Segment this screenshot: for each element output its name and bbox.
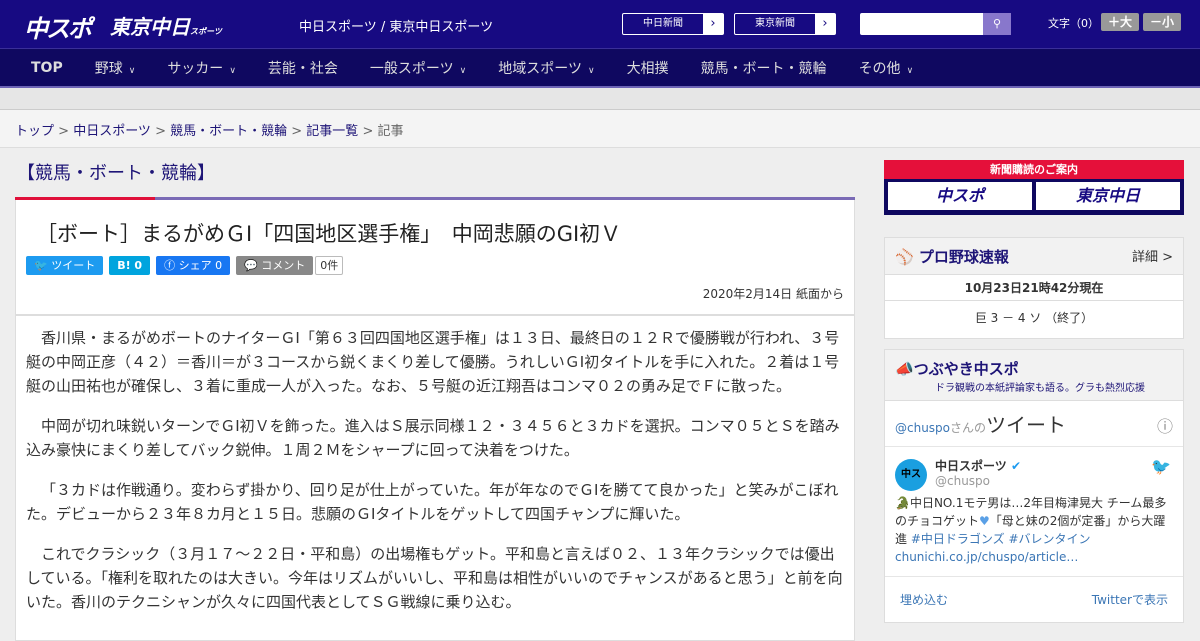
article-header: ［ボート］まるがめＧⅠ「四国地区選手権」 中岡悲願のGI初Ｖ 🐦 ツイート B!… [15,200,855,315]
chevron-down-icon: ∨ [459,65,467,76]
article-date: 2020年2月14日 紙面から [702,287,844,301]
account-handle[interactable]: @chuspo [935,474,1173,488]
article-body: 香川県・まるがめボートのナイターＧⅠ「第６３回四国地区選手権」は１３日、最終日の… [15,315,855,641]
detail-link[interactable]: 詳細 > [1132,246,1173,266]
megaphone-icon: 📣 [895,360,914,378]
paragraph: 香川県・まるがめボートのナイターＧⅠ「第６３回四国地区選手権」は１３日、最終日の… [26,329,840,395]
tagline: 中日スポーツ / 東京中日スポーツ [299,20,494,35]
chevron-down-icon: ∨ [229,65,236,76]
account-name[interactable]: 中日スポーツ [935,459,1007,473]
subscribe-tokyo-chunichi[interactable]: 東京中日 [1036,182,1180,210]
breadcrumb-current: 記事 [377,124,404,139]
subscribe-title: 新聞購読のご案内 [884,160,1184,179]
label: コメント [261,259,306,272]
facebook-share-button[interactable]: ⓕ シェア 0 [156,256,231,275]
info-icon[interactable]: ⓘ [1157,413,1173,437]
comment-button[interactable]: 💬 コメント [236,256,314,275]
share-bar: 🐦 ツイート B! 0 ⓕ シェア 0 💬 コメント 0件 [16,256,854,275]
twitter-timeline: @chuspo さんの ツイート ⓘ 中ス 中日スポーツ ✔ @chuspo 🐦 🐊… [885,400,1183,622]
nav-label: サッカー [167,60,224,77]
search-input[interactable]: ⚲ [860,13,1011,35]
paragraph: 中岡が切れ味鋭いターンでＧⅠ初Ｖを飾った。進入はＳ展示同様１２・３４５６と３カド… [26,417,840,459]
spacer-band [0,88,1200,110]
main-nav: TOP 野球 ∨ サッカー ∨ 芸能・社会 一般スポーツ ∨ 地域スポーツ ∨ 大相撲 競馬・ボート・… [0,48,1200,88]
tweets-title: つぶやき中スポ [913,360,1019,378]
chevron-down-icon: ∨ [906,65,914,76]
chevron-down-icon: ∨ [587,65,595,76]
twitter-bird-icon: 🐦 [1151,457,1171,476]
timeline-header: ツイート [986,413,1067,437]
tokyo-shimbun-link[interactable]: 東京新聞 › [734,13,836,35]
article-title: ［ボート］まるがめＧⅠ「四国地区選手権」 中岡悲願のGI初Ｖ [36,222,622,246]
breadcrumb-list[interactable]: 記事一覧 [306,124,358,139]
comment-count: 0件 [315,256,344,275]
baseball-title: プロ野球速報 [918,248,1009,266]
nav-label: その他 [858,60,901,77]
nav-item[interactable]: サッカー ∨ [167,58,236,78]
label: ツイート [51,259,96,272]
nav-item[interactable]: 野球 ∨ [95,58,136,78]
nav-item[interactable]: 一般スポーツ ∨ [370,58,466,78]
main-column: 【競馬・ボート・競輪】 ［ボート］まるがめＧⅠ「四国地区選手権」 中岡悲願のGI… [15,149,855,641]
verified-icon: ✔ [1010,459,1022,473]
logo-text: 東京中日 [110,15,190,39]
baseball-scores: ⚾ プロ野球速報 詳細 > 10月23日21時42分現在 巨 3 － 4 ソ （終… [884,237,1184,339]
nav-label: TOP [31,59,63,76]
breadcrumb-chuspo[interactable]: 中日スポーツ [73,124,151,139]
avatar[interactable]: 中ス [895,459,927,491]
score-line[interactable]: 巨 3 － 4 ソ （終了） [885,301,1183,338]
nav-item[interactable]: TOP [31,60,63,76]
nav-label: 野球 [94,60,123,77]
nav-label: 競馬・ボート・競輪 [700,60,827,77]
font-size-label: 文字（0） [1048,17,1099,30]
chevron-right-icon: › [815,14,835,34]
paragraph: これでクラシック（３月１７～２２日・平和島）の出場権もゲット。平和島と言えば０２… [26,545,843,611]
nav-label: 大相撲 [626,60,669,77]
subscribe-chuspo[interactable]: 中スポ [888,182,1032,210]
embed-link[interactable]: 埋め込む [900,591,948,608]
breadcrumb: トップ > 中日スポーツ > 競馬・ボート・競輪 > 記事一覧 > 記事 [0,110,1200,148]
chunichi-shimbun-link[interactable]: 中日新聞 › [622,13,724,35]
search-icon[interactable]: ⚲ [983,13,1011,35]
chevron-right-icon: › [703,14,723,34]
tweet-link[interactable]: chunichi.co.jp/chuspo/article… [895,550,1078,564]
logo-sub: スポーツ [190,27,222,36]
nav-item[interactable]: 競馬・ボート・競輪 [701,58,827,78]
nav-item[interactable]: 芸能・社会 [268,58,338,78]
site-header: 中スポ 東京中日スポーツ 中日スポーツ / 東京中日スポーツ 中日新聞 › 東京新… [0,0,1200,48]
nav-item[interactable]: 大相撲 [627,58,669,78]
timeline-suffix: さんの [950,421,987,435]
chuspo-logo[interactable]: 中スポ [24,9,92,44]
font-larger-button[interactable]: ＋大 [1101,13,1139,31]
link-label: 中日新聞 [643,18,683,29]
hatena-button[interactable]: B! 0 [109,256,151,275]
subscribe-banner[interactable]: 新聞購読のご案内 中スポ 東京中日 [884,160,1184,215]
tweets-widget: 📣つぶやき中スポ ドラ観戦の本紙評論家も語る。グラも熱烈応援 @chuspo さん… [884,349,1184,623]
link-label: 東京新聞 [755,18,795,29]
tweet-text: 🐊中日NO.1モテ男は…2年目梅津晃大 チーム最多のチョコゲット♥「母と妹の2個… [895,496,1167,564]
sidebar: 新聞購読のご案内 中スポ 東京中日 ⚾ プロ野球速報 詳細 > 10月23日21時… [884,160,1184,623]
breadcrumb-top[interactable]: トップ [15,124,54,139]
chevron-down-icon: ∨ [128,65,136,76]
nav-item[interactable]: その他 ∨ [859,58,914,78]
section-title: 【競馬・ボート・競輪】 [17,163,215,184]
baseball-icon: ⚾ [895,248,919,266]
tweet-hashtags[interactable]: #中日ドラゴンズ #バレンタイン [911,532,1091,546]
nav-label: 芸能・社会 [267,60,338,77]
view-on-twitter-link[interactable]: Twitterで表示 [1092,591,1168,608]
tweet-button[interactable]: 🐦 ツイート [26,256,104,275]
breadcrumb-keiba[interactable]: 競馬・ボート・競輪 [170,124,287,139]
tokyo-chunichi-logo[interactable]: 東京中日スポーツ [110,11,222,40]
tweets-subtitle: ドラ観戦の本紙評論家も語る。グラも熱烈応援 [935,383,1145,394]
timeline-handle[interactable]: @chuspo [895,421,950,435]
nav-label: 一般スポーツ [369,60,454,77]
font-smaller-button[interactable]: －小 [1143,13,1181,31]
label: シェア 0 [178,259,223,272]
paragraph: 「３カドは作戦通り。変わらず掛かり、回り足が仕上がっていた。年が年なのでＧⅠを勝… [26,481,839,523]
nav-item[interactable]: 地域スポーツ ∨ [498,58,594,78]
nav-label: 地域スポーツ [498,60,582,77]
score-timestamp: 10月23日21時42分現在 [885,274,1183,301]
